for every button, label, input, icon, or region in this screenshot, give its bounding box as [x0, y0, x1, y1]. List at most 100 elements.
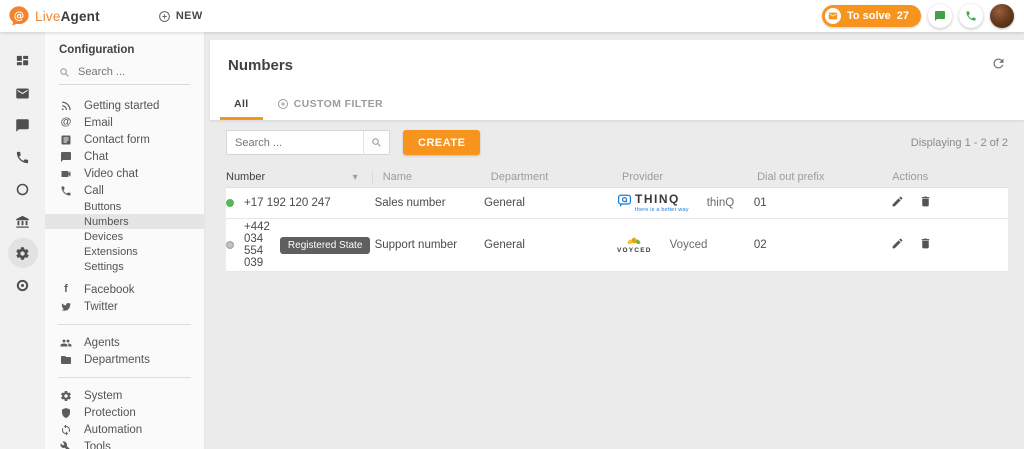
table-row[interactable]: +17 192 120 247 Sales number General THI…	[226, 188, 1008, 219]
sidebar-item-label: System	[84, 390, 122, 402]
numbers-content: CREATE Displaying 1 - 2 of 2 Number ▾ Na…	[210, 120, 1024, 272]
voyced-wordmark: VOYCED	[617, 248, 652, 255]
create-button[interactable]: CREATE	[403, 130, 480, 155]
envelope-icon[interactable]	[8, 78, 38, 108]
liveagent-logo[interactable]: @ LiveAgent	[8, 5, 100, 27]
sidebar-item-settings[interactable]: Settings	[45, 259, 204, 274]
voyced-logo: VOYCED	[617, 236, 652, 255]
column-header-provider[interactable]: Provider	[622, 171, 757, 183]
new-button[interactable]: NEW	[158, 10, 203, 23]
sidebar-item-video-chat[interactable]: Video chat	[45, 165, 204, 182]
table-body: +17 192 120 247 Sales number General THI…	[226, 187, 1008, 272]
topbar: @ LiveAgent NEW To solve 27	[0, 0, 1024, 32]
chat-bubble-icon[interactable]	[8, 110, 38, 140]
status-dot-online	[226, 199, 234, 207]
search-icon	[371, 137, 382, 148]
sidebar-item-call[interactable]: Call	[45, 182, 204, 199]
sidebar-item-getting-started[interactable]: Getting started	[45, 97, 204, 114]
brand-agent: Agent	[61, 9, 100, 24]
sidebar-item-label: Protection	[84, 407, 136, 419]
column-header-dial-out-prefix[interactable]: Dial out prefix	[757, 171, 892, 183]
page-body: Configuration Getting started @ Email Co…	[0, 32, 1024, 449]
bank-icon[interactable]	[8, 206, 38, 236]
chat-bubble-icon	[934, 10, 946, 22]
sidebar-search-input[interactable]	[78, 66, 190, 78]
dashboard-grid-icon[interactable]	[8, 46, 38, 76]
icon-rail	[0, 32, 45, 449]
column-header-number[interactable]: Number ▾	[226, 171, 373, 183]
phone-icon[interactable]	[8, 142, 38, 172]
search-icon	[59, 67, 70, 78]
sidebar-item-departments[interactable]: Departments	[45, 351, 204, 368]
plus-circle-icon	[277, 98, 289, 110]
new-button-label: NEW	[176, 10, 203, 22]
phone-icon	[965, 10, 977, 22]
department-value: General	[484, 197, 617, 209]
liveagent-bubble-icon: @	[8, 5, 30, 27]
sidebar-item-system[interactable]: System	[45, 387, 204, 404]
sidebar-item-extensions[interactable]: Extensions	[45, 244, 204, 259]
sidebar-item-label: Departments	[84, 354, 150, 366]
tab-all[interactable]: All	[220, 90, 263, 120]
sidebar-item-contact-form[interactable]: Contact form	[45, 131, 204, 148]
department-value: General	[484, 239, 617, 251]
sync-icon	[59, 424, 73, 436]
sidebar-item-automation[interactable]: Automation	[45, 421, 204, 438]
sidebar-item-twitter[interactable]: Twitter	[45, 298, 204, 315]
column-header-department[interactable]: Department	[491, 171, 622, 183]
sidebar-item-devices[interactable]: Devices	[45, 229, 204, 244]
table-search-input[interactable]	[227, 131, 363, 154]
column-label: Number	[226, 171, 265, 183]
column-header-name[interactable]: Name	[383, 171, 491, 183]
sidebar-item-email[interactable]: @ Email	[45, 114, 204, 131]
sidebar-item-label: Contact form	[84, 134, 150, 146]
chat-bubble-icon	[59, 151, 73, 163]
number-value: +442 034 554 039	[244, 221, 270, 269]
voyced-lotus-icon	[626, 236, 642, 247]
delete-button[interactable]	[919, 237, 932, 253]
sidebar-item-label: Tools	[84, 441, 111, 449]
sidebar-item-agents[interactable]: Agents	[45, 334, 204, 351]
form-icon	[59, 134, 73, 146]
tab-custom-filter[interactable]: CUSTOM FILTER	[263, 90, 397, 120]
pencil-icon	[891, 195, 904, 208]
video-icon	[59, 168, 73, 180]
numbers-card-header: Numbers All CUSTOM FILTER	[210, 40, 1024, 120]
tab-bar: All CUSTOM FILTER	[210, 90, 1024, 120]
table-search-button[interactable]	[363, 131, 389, 154]
brand-text: LiveAgent	[35, 9, 100, 24]
edit-button[interactable]	[891, 195, 904, 211]
gear-icon	[59, 390, 73, 402]
sidebar-item-facebook[interactable]: f Facebook	[45, 281, 204, 298]
sidebar-item-numbers[interactable]: Numbers	[45, 214, 204, 229]
delete-button[interactable]	[919, 195, 932, 211]
sidebar-item-label: Call	[84, 185, 104, 197]
sort-caret-icon[interactable]: ▾	[353, 172, 358, 183]
target-dot-icon[interactable]	[8, 270, 38, 300]
sidebar-item-label: Email	[84, 117, 113, 129]
sidebar-item-protection[interactable]: Protection	[45, 404, 204, 421]
topbar-right: To solve 27	[822, 4, 1014, 28]
name-value: Sales number	[375, 197, 484, 209]
table-row[interactable]: +442 034 554 039 Registered State Suppor…	[226, 219, 1008, 272]
phone-status-button[interactable]	[959, 4, 983, 28]
sidebar-subitem-label: Numbers	[84, 216, 129, 228]
refresh-button[interactable]	[991, 56, 1006, 74]
to-solve-button[interactable]: To solve 27	[822, 5, 921, 27]
sidebar-item-chat[interactable]: Chat	[45, 148, 204, 165]
pencil-icon	[891, 237, 904, 250]
sidebar-item-tools[interactable]: Tools	[45, 438, 204, 449]
sidebar-item-buttons[interactable]: Buttons	[45, 199, 204, 214]
thinq-logo: THINQ there is a better way	[617, 193, 689, 213]
edit-button[interactable]	[891, 237, 904, 253]
gear-icon[interactable]	[8, 238, 38, 268]
ring-icon[interactable]	[8, 174, 38, 204]
svg-text:@: @	[14, 10, 25, 22]
chat-status-button[interactable]	[928, 4, 952, 28]
provider-label: Voyced	[670, 239, 708, 251]
sidebar-item-label: Getting started	[84, 100, 159, 112]
toolbar: CREATE Displaying 1 - 2 of 2	[226, 130, 1008, 155]
shield-icon	[59, 407, 73, 419]
avatar[interactable]	[990, 4, 1014, 28]
sidebar-search	[59, 66, 190, 85]
